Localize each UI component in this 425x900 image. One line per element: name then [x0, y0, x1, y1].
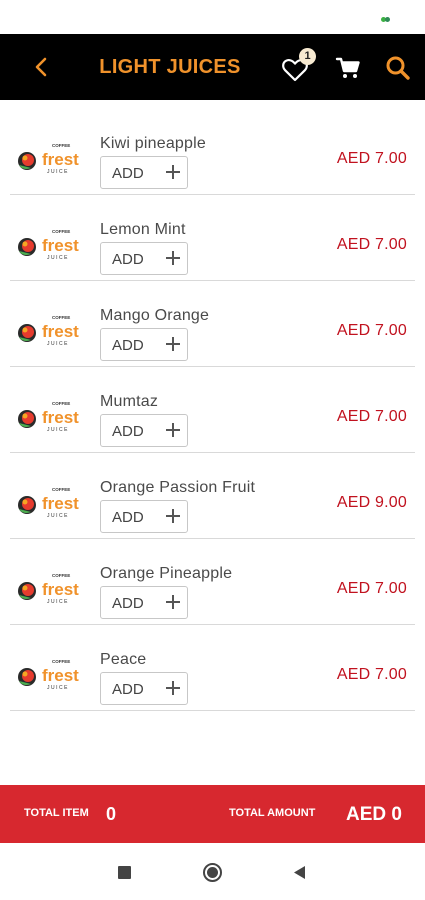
- product-name: Mango Orange: [100, 307, 210, 324]
- svg-text:JUICE: JUICE: [47, 685, 69, 691]
- wishlist-count-badge: 1: [299, 48, 316, 65]
- add-to-cart-button[interactable]: ADD: [100, 586, 188, 619]
- svg-text:frest: frest: [42, 494, 79, 513]
- svg-text:COFFEE: COFFEE: [52, 143, 70, 148]
- add-button-label: ADD: [112, 509, 144, 526]
- search-icon: [386, 56, 410, 80]
- plus-icon: [166, 165, 180, 179]
- wishlist-button[interactable]: 1: [281, 48, 316, 84]
- svg-text:COFFEE: COFFEE: [52, 487, 70, 492]
- plus-icon: [166, 595, 180, 609]
- product-price: AED 7.00: [336, 150, 407, 167]
- svg-text:COFFEE: COFFEE: [52, 229, 70, 234]
- add-to-cart-button[interactable]: ADD: [100, 672, 188, 705]
- plus-icon: [166, 681, 180, 695]
- back-button[interactable]: [26, 52, 56, 82]
- brand-logo-icon: COFFEE frest JUICE: [18, 401, 79, 433]
- product-name: Lemon Mint: [100, 221, 186, 238]
- product-name: Orange Pineapple: [100, 565, 233, 582]
- plus-icon: [166, 337, 180, 351]
- product-price: AED 7.00: [336, 236, 407, 253]
- app-bar: LIGHT JUICES 1: [0, 34, 425, 100]
- svg-text:frest: frest: [42, 236, 79, 255]
- product-name: Mumtaz: [100, 393, 159, 410]
- cart-icon: [335, 57, 360, 78]
- svg-text:JUICE: JUICE: [47, 255, 69, 261]
- add-to-cart-button[interactable]: ADD: [100, 414, 188, 447]
- add-to-cart-button[interactable]: ADD: [100, 242, 188, 275]
- brand-logo-icon: COFFEE frest JUICE: [18, 573, 79, 605]
- chevron-left-icon: [35, 57, 47, 77]
- list-item: COFFEE frest JUICE Orange Pineapple ADD …: [0, 539, 425, 625]
- add-to-cart-button[interactable]: ADD: [100, 500, 188, 533]
- svg-text:COFFEE: COFFEE: [52, 573, 70, 578]
- total-item-value: 0: [106, 804, 117, 824]
- add-to-cart-button[interactable]: ADD: [100, 156, 188, 189]
- total-amount-value: AED 0: [346, 804, 402, 825]
- total-item-label: TOTAL ITEM: [24, 807, 89, 819]
- list-item: COFFEE frest JUICE Mumtaz ADD AED 7.00: [0, 367, 425, 453]
- svg-text:frest: frest: [42, 408, 79, 427]
- recent-apps-button[interactable]: [118, 866, 131, 879]
- list-item: COFFEE frest JUICE Orange Passion Fruit …: [0, 453, 425, 539]
- product-name: Orange Passion Fruit: [100, 479, 256, 496]
- brand-logo-icon: COFFEE frest JUICE: [18, 143, 79, 175]
- brand-logo-icon: COFFEE frest JUICE: [18, 487, 79, 519]
- plus-icon: [166, 509, 180, 523]
- home-button[interactable]: [202, 862, 223, 883]
- system-back-button[interactable]: [292, 865, 306, 880]
- add-button-label: ADD: [112, 251, 144, 268]
- svg-text:JUICE: JUICE: [47, 427, 69, 433]
- status-bar: [0, 0, 425, 34]
- product-price: AED 7.00: [336, 408, 407, 425]
- add-button-label: ADD: [112, 681, 144, 698]
- plus-icon: [166, 423, 180, 437]
- totals-bar: TOTAL ITEM 0 TOTAL AMOUNT AED 0: [0, 785, 425, 843]
- svg-text:COFFEE: COFFEE: [52, 315, 70, 320]
- add-to-cart-button[interactable]: ADD: [100, 328, 188, 361]
- divider: [10, 710, 415, 711]
- svg-text:COFFEE: COFFEE: [52, 401, 70, 406]
- add-button-label: ADD: [112, 165, 144, 182]
- cart-button[interactable]: [335, 55, 361, 81]
- system-nav-bar: [0, 843, 425, 900]
- product-price: AED 7.00: [336, 322, 407, 339]
- product-price: AED 7.00: [336, 580, 407, 597]
- svg-text:frest: frest: [42, 150, 79, 169]
- add-button-label: ADD: [112, 423, 144, 440]
- product-name: Kiwi pineapple: [100, 135, 206, 152]
- add-button-label: ADD: [112, 595, 144, 612]
- page-title: LIGHT JUICES: [99, 56, 241, 78]
- list-item: COFFEE frest JUICE Mango Orange ADD AED …: [0, 281, 425, 367]
- total-amount-label: TOTAL AMOUNT: [229, 807, 316, 819]
- list-item: COFFEE frest JUICE Lemon Mint ADD AED 7.…: [0, 195, 425, 281]
- plus-icon: [166, 251, 180, 265]
- brand-logo-icon: COFFEE frest JUICE: [18, 229, 79, 261]
- status-indicator-icon: [381, 17, 390, 23]
- svg-text:frest: frest: [42, 666, 79, 685]
- list-item: COFFEE frest JUICE Kiwi pineapple ADD AE…: [0, 109, 425, 195]
- svg-text:frest: frest: [42, 580, 79, 599]
- brand-logo-icon: COFFEE frest JUICE: [18, 315, 79, 347]
- svg-text:JUICE: JUICE: [47, 341, 69, 347]
- svg-text:frest: frest: [42, 322, 79, 341]
- svg-text:JUICE: JUICE: [47, 513, 69, 519]
- search-button[interactable]: [384, 54, 412, 82]
- svg-text:JUICE: JUICE: [47, 599, 69, 605]
- product-price: AED 7.00: [336, 666, 407, 683]
- add-button-label: ADD: [112, 337, 144, 354]
- list-item: COFFEE frest JUICE Peace ADD AED 7.00: [0, 625, 425, 711]
- brand-logo-icon: COFFEE frest JUICE: [18, 659, 79, 691]
- product-price: AED 9.00: [336, 494, 407, 511]
- svg-text:JUICE: JUICE: [47, 169, 69, 175]
- product-name: Peace: [100, 651, 147, 668]
- svg-text:COFFEE: COFFEE: [52, 659, 70, 664]
